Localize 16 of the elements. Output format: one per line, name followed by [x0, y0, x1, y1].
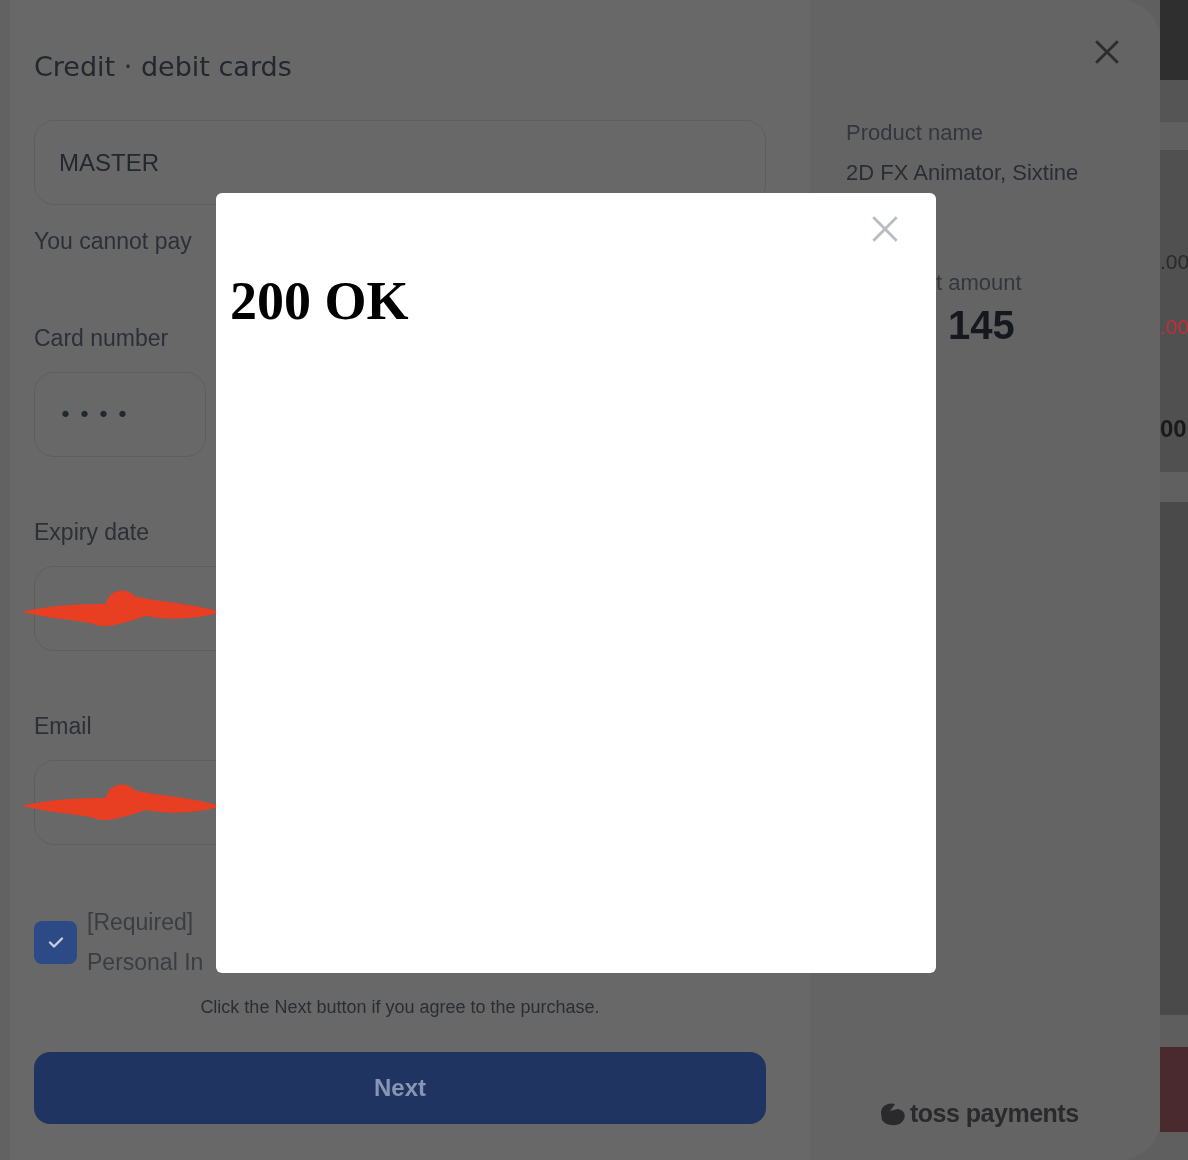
next-button[interactable]: Next [34, 1052, 766, 1124]
close-icon[interactable] [871, 215, 899, 243]
field-label: Card number [34, 324, 170, 353]
checkbox[interactable] [34, 920, 77, 964]
brand-name: toss payments [910, 1099, 1079, 1128]
amount-text: .00 [1160, 314, 1188, 340]
response-heading: 200 OK [230, 271, 409, 331]
close-icon[interactable] [1094, 39, 1120, 65]
dialog-title: Credit · debit cards [34, 50, 293, 84]
amount-value: 145 [948, 302, 1016, 349]
field-label: Email [34, 712, 93, 741]
hint-text: Click the Next button if you agree to the purchase. [199, 996, 601, 1019]
product-name: 2D FX Animator, Sixtine [846, 159, 1080, 187]
card-number-field[interactable]: •••• [34, 372, 206, 457]
notice-text: You cannot pay [34, 227, 193, 256]
field-label: Expiry date [34, 518, 151, 547]
